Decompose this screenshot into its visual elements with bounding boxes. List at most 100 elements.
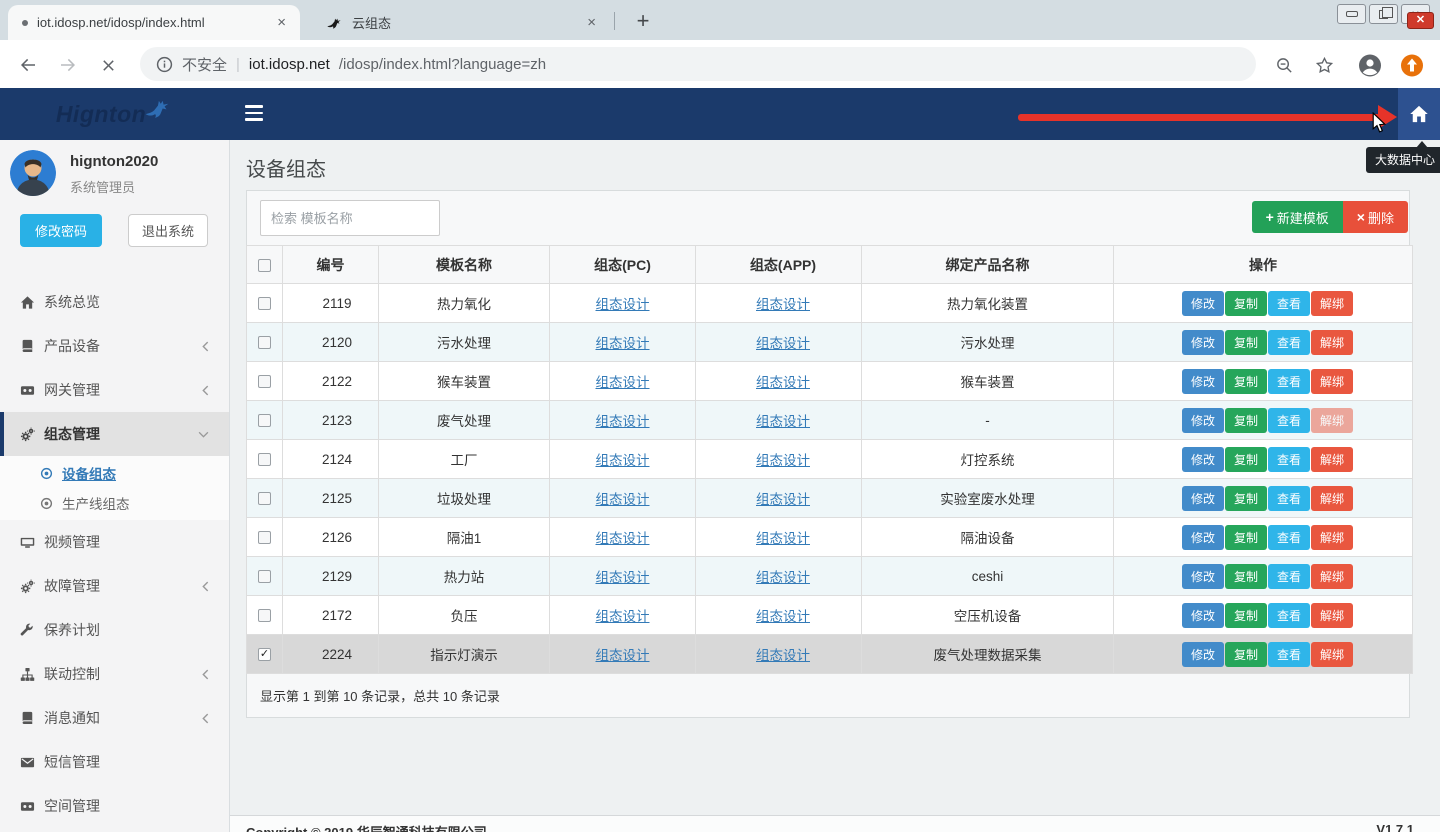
select-all-checkbox[interactable] (258, 259, 271, 272)
config-design-app-link[interactable]: 组态设计 (756, 648, 810, 663)
config-design-pc-link[interactable]: 组态设计 (596, 648, 650, 663)
star-icon[interactable] (1312, 53, 1336, 77)
sidebar-item-system-overview[interactable]: 系统总览 (0, 280, 229, 324)
sidebar-subitem-device-configuration[interactable]: 设备组态 (0, 458, 229, 488)
big-data-center-home-button[interactable] (1398, 88, 1440, 140)
copy-action-button[interactable]: 复制 (1225, 291, 1267, 316)
url-bar[interactable]: 不安全 | iot.idosp.net/idosp/index.html?lan… (140, 47, 1256, 81)
logout-button[interactable]: 退出系统 (128, 214, 208, 247)
config-design-app-link[interactable]: 组态设计 (756, 531, 810, 546)
unbind-action-button[interactable]: 解绑 (1311, 408, 1353, 433)
unbind-action-button[interactable]: 解绑 (1311, 603, 1353, 628)
config-design-app-link[interactable]: 组态设计 (756, 453, 810, 468)
browser-tab-cloud-config[interactable]: 云组态 × (310, 5, 610, 40)
view-action-button[interactable]: 查看 (1268, 369, 1310, 394)
row-checkbox[interactable] (258, 375, 271, 388)
hamburger-menu-icon[interactable] (245, 105, 263, 121)
sidebar-subitem-production-line-configuration[interactable]: 生产线组态 (0, 488, 229, 518)
edit-action-button[interactable]: 修改 (1182, 330, 1224, 355)
view-action-button[interactable]: 查看 (1268, 603, 1310, 628)
edit-action-button[interactable]: 修改 (1182, 525, 1224, 550)
update-icon[interactable] (1400, 53, 1424, 77)
copy-action-button[interactable]: 复制 (1225, 486, 1267, 511)
row-checkbox[interactable] (258, 570, 271, 583)
edit-action-button[interactable]: 修改 (1182, 369, 1224, 394)
config-design-pc-link[interactable]: 组态设计 (596, 453, 650, 468)
row-checkbox[interactable]: ✓ (258, 648, 271, 661)
copy-action-button[interactable]: 复制 (1225, 603, 1267, 628)
config-design-app-link[interactable]: 组态设计 (756, 570, 810, 585)
unbind-action-button[interactable]: 解绑 (1311, 447, 1353, 472)
row-checkbox[interactable] (258, 453, 271, 466)
new-template-button[interactable]: +新建模板 (1252, 201, 1343, 233)
config-design-pc-link[interactable]: 组态设计 (596, 609, 650, 624)
edit-action-button[interactable]: 修改 (1182, 642, 1224, 667)
copy-action-button[interactable]: 复制 (1225, 330, 1267, 355)
config-design-app-link[interactable]: 组态设计 (756, 336, 810, 351)
unbind-action-button[interactable]: 解绑 (1311, 486, 1353, 511)
edit-action-button[interactable]: 修改 (1182, 291, 1224, 316)
close-button[interactable]: × ✕ (1401, 4, 1430, 24)
zoom-out-icon[interactable] (1272, 53, 1296, 77)
view-action-button[interactable]: 查看 (1268, 525, 1310, 550)
back-icon[interactable] (16, 53, 40, 77)
unbind-action-button[interactable]: 解绑 (1311, 369, 1353, 394)
unbind-action-button[interactable]: 解绑 (1311, 564, 1353, 589)
config-design-app-link[interactable]: 组态设计 (756, 297, 810, 312)
view-action-button[interactable]: 查看 (1268, 486, 1310, 511)
copy-action-button[interactable]: 复制 (1225, 369, 1267, 394)
unbind-action-button[interactable]: 解绑 (1311, 291, 1353, 316)
sidebar-item-space-management[interactable]: 空间管理 (0, 784, 229, 828)
config-design-app-link[interactable]: 组态设计 (756, 609, 810, 624)
info-icon[interactable] (156, 56, 173, 73)
sidebar-item-linkage-control[interactable]: 联动控制 (0, 652, 229, 696)
delete-button[interactable]: ×删除 (1343, 201, 1408, 233)
view-action-button[interactable]: 查看 (1268, 330, 1310, 355)
edit-action-button[interactable]: 修改 (1182, 447, 1224, 472)
view-action-button[interactable]: 查看 (1268, 564, 1310, 589)
unbind-action-button[interactable]: 解绑 (1311, 642, 1353, 667)
restore-button[interactable] (1369, 4, 1398, 24)
change-password-button[interactable]: 修改密码 (20, 214, 102, 247)
sidebar-item-configuration-management[interactable]: 组态管理 (0, 412, 229, 456)
minimize-button[interactable] (1337, 4, 1366, 24)
config-design-app-link[interactable]: 组态设计 (756, 375, 810, 390)
config-design-pc-link[interactable]: 组态设计 (596, 414, 650, 429)
copy-action-button[interactable]: 复制 (1225, 642, 1267, 667)
sidebar-item-maintenance-plan[interactable]: 保养计划 (0, 608, 229, 652)
sidebar-item-fault-management[interactable]: 故障管理 (0, 564, 229, 608)
config-design-pc-link[interactable]: 组态设计 (596, 492, 650, 507)
edit-action-button[interactable]: 修改 (1182, 603, 1224, 628)
row-checkbox[interactable] (258, 297, 271, 310)
config-design-app-link[interactable]: 组态设计 (756, 414, 810, 429)
config-design-pc-link[interactable]: 组态设计 (596, 336, 650, 351)
row-checkbox[interactable] (258, 414, 271, 427)
copy-action-button[interactable]: 复制 (1225, 564, 1267, 589)
row-checkbox[interactable] (258, 336, 271, 349)
edit-action-button[interactable]: 修改 (1182, 486, 1224, 511)
tab-close-icon[interactable]: × (583, 14, 600, 31)
unbind-action-button[interactable]: 解绑 (1311, 525, 1353, 550)
sidebar-item-product-equipment[interactable]: 产品设备 (0, 324, 229, 368)
config-design-pc-link[interactable]: 组态设计 (596, 570, 650, 585)
view-action-button[interactable]: 查看 (1268, 408, 1310, 433)
row-checkbox[interactable] (258, 531, 271, 544)
config-design-pc-link[interactable]: 组态设计 (596, 531, 650, 546)
sidebar-item-gateway-management[interactable]: 网关管理 (0, 368, 229, 412)
tab-close-icon[interactable]: × (273, 14, 290, 31)
view-action-button[interactable]: 查看 (1268, 642, 1310, 667)
edit-action-button[interactable]: 修改 (1182, 564, 1224, 589)
sidebar-item-video-management[interactable]: 视频管理 (0, 520, 229, 564)
new-tab-button[interactable]: + (628, 6, 658, 36)
config-design-pc-link[interactable]: 组态设计 (596, 297, 650, 312)
view-action-button[interactable]: 查看 (1268, 291, 1310, 316)
stop-icon[interactable] (96, 53, 120, 77)
view-action-button[interactable]: 查看 (1268, 447, 1310, 472)
config-design-pc-link[interactable]: 组态设计 (596, 375, 650, 390)
unbind-action-button[interactable]: 解绑 (1311, 330, 1353, 355)
row-checkbox[interactable] (258, 609, 271, 622)
user-avatar[interactable] (10, 150, 56, 196)
profile-icon[interactable] (1358, 53, 1382, 77)
copy-action-button[interactable]: 复制 (1225, 447, 1267, 472)
search-input[interactable] (260, 200, 440, 236)
